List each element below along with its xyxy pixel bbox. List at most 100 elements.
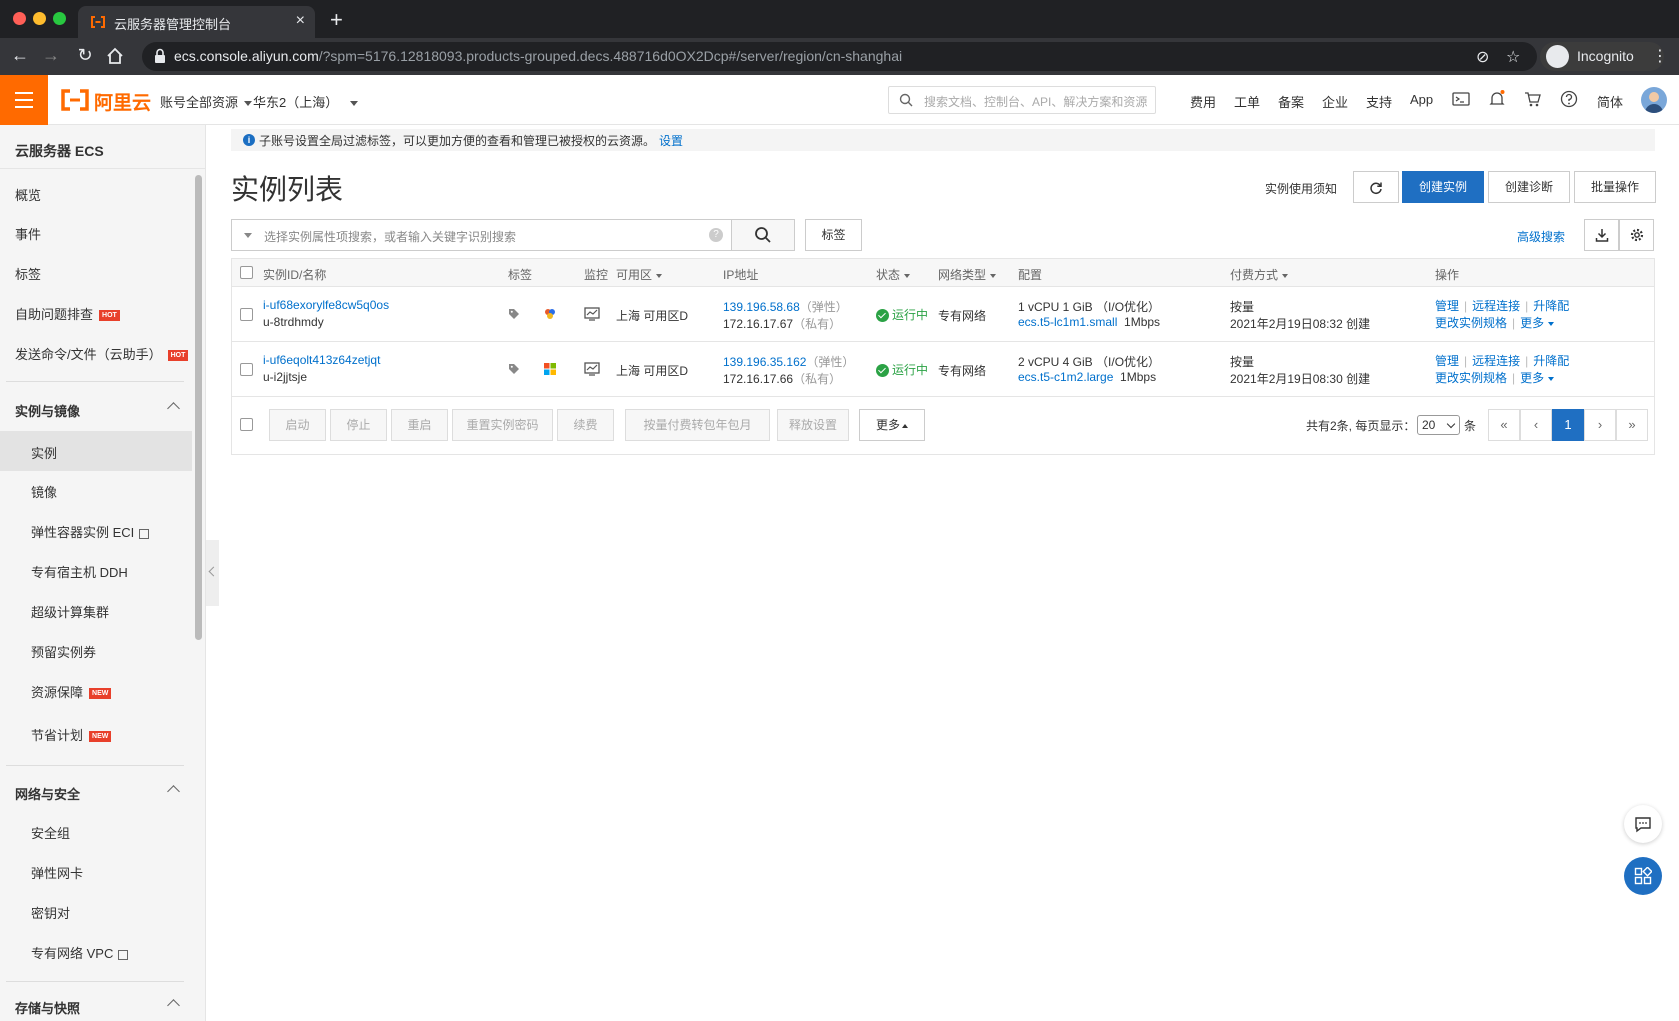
window-close-button[interactable] — [13, 12, 26, 25]
last-page-button[interactable]: » — [1616, 409, 1648, 441]
sidebar-group-storage-snapshots[interactable]: 存储与快照 — [0, 986, 192, 1021]
sidebar-item-savings-plan[interactable]: 节省计划 NEW — [0, 714, 192, 752]
top-link-enterprise[interactable]: 企业 — [1322, 92, 1348, 111]
global-search-input[interactable]: 搜索文档、控制台、API、解决方案和资源 — [888, 86, 1156, 114]
chat-button[interactable] — [1624, 805, 1662, 843]
instance-usage-link[interactable]: 实例使用须知 — [1265, 180, 1337, 197]
apps-button[interactable] — [1624, 857, 1662, 895]
eye-off-icon[interactable]: ⊘ — [1476, 47, 1489, 67]
col-header-billing[interactable]: 付费方式 — [1230, 266, 1289, 283]
sidebar-item-scc[interactable]: 超级计算集群 — [0, 591, 192, 629]
manage-link[interactable]: 管理 — [1435, 354, 1459, 368]
sidebar-item-reserved-instances[interactable]: 预留实例券 — [0, 631, 192, 669]
sidebar-group-instances-images[interactable]: 实例与镜像 — [0, 389, 192, 429]
chevron-down-icon[interactable] — [244, 233, 252, 238]
terminal-icon[interactable] — [1451, 89, 1471, 109]
sidebar-item-capacity-reservation[interactable]: 资源保障 NEW — [0, 671, 192, 709]
tab-close-icon[interactable]: × — [296, 12, 305, 30]
refresh-button[interactable] — [1353, 171, 1399, 203]
tag-filter-button[interactable]: 标签 — [805, 219, 862, 251]
search-button[interactable] — [731, 219, 795, 251]
change-spec-link[interactable]: 更改实例规格 — [1435, 316, 1507, 330]
instance-id-link[interactable]: i-uf6eqolt413z64zetjqt — [263, 353, 380, 367]
instance-search-input[interactable]: 选择实例属性项搜索，或者输入关键字识别搜索 ? — [231, 219, 732, 251]
forward-icon[interactable]: → — [40, 45, 62, 66]
create-instance-button[interactable]: 创建实例 — [1402, 171, 1484, 203]
public-ip-link[interactable]: 139.196.58.68 — [723, 300, 800, 314]
tag-icon[interactable] — [508, 308, 520, 320]
instance-spec-link[interactable]: ecs.t5-lc1m1.small — [1018, 315, 1117, 329]
create-diagnosis-button[interactable]: 创建诊断 — [1488, 171, 1570, 203]
stop-button[interactable]: 停止 — [330, 409, 387, 441]
remote-connect-link[interactable]: 远程连接 — [1472, 299, 1520, 313]
resource-scope-dropdown[interactable]: 账号全部资源 — [160, 92, 253, 111]
tag-icon[interactable] — [508, 363, 520, 375]
sidebar-item-self-diagnosis[interactable]: 自助问题排查 HOT — [0, 293, 192, 331]
browser-tab[interactable]: 云服务器管理控制台 × — [78, 6, 315, 38]
first-page-button[interactable]: « — [1488, 409, 1520, 441]
change-spec-link[interactable]: 更改实例规格 — [1435, 371, 1507, 385]
notice-settings-link[interactable]: 设置 — [659, 134, 683, 148]
row-checkbox[interactable] — [240, 308, 253, 321]
top-link-fees[interactable]: 费用 — [1190, 92, 1216, 111]
sidebar-item-eci[interactable]: 弹性容器实例 ECI — [0, 511, 192, 549]
top-link-icp[interactable]: 备案 — [1278, 92, 1304, 111]
cart-icon[interactable] — [1523, 89, 1543, 109]
sidebar-group-network-security[interactable]: 网络与安全 — [0, 772, 192, 812]
remote-connect-link[interactable]: 远程连接 — [1472, 354, 1520, 368]
reset-password-button[interactable]: 重置实例密码 — [452, 409, 553, 441]
renew-button[interactable]: 续费 — [557, 409, 614, 441]
release-settings-button[interactable]: 释放设置 — [777, 409, 849, 441]
next-page-button[interactable]: › — [1584, 409, 1616, 441]
select-all-checkbox[interactable] — [240, 266, 253, 279]
sidebar-item-vpc[interactable]: 专有网络 VPC — [0, 932, 192, 970]
upgrade-downgrade-link[interactable]: 升降配 — [1533, 354, 1569, 368]
aliyun-logo[interactable]: 阿里云 — [60, 88, 151, 114]
sidebar-item-instances[interactable]: 实例 — [0, 431, 192, 471]
menu-icon[interactable] — [0, 75, 48, 125]
convert-to-subscription-button[interactable]: 按量付费转包年包月 — [625, 409, 770, 441]
help-icon[interactable]: ? — [709, 228, 723, 242]
instance-spec-link[interactable]: ecs.t5-c1m2.large — [1018, 370, 1113, 384]
star-icon[interactable]: ☆ — [1506, 47, 1520, 67]
address-bar[interactable]: ecs.console.aliyun.com/?spm=5176.1281809… — [142, 42, 1537, 71]
home-icon[interactable] — [106, 47, 124, 65]
sidebar-item-cloud-assistant[interactable]: 发送命令/文件（云助手） HOT — [0, 333, 192, 371]
advanced-search-link[interactable]: 高级搜索 — [1517, 228, 1565, 245]
prev-page-button[interactable]: ‹ — [1520, 409, 1552, 441]
table-settings-button[interactable] — [1619, 219, 1654, 251]
sidebar-item-images[interactable]: 镜像 — [0, 471, 192, 509]
monitor-icon[interactable] — [584, 307, 600, 321]
sidebar-item-events[interactable]: 事件 — [0, 213, 192, 251]
more-actions-dropdown[interactable]: 更多 — [1520, 371, 1555, 385]
sidebar-item-tags[interactable]: 标签 — [0, 253, 192, 291]
window-zoom-button[interactable] — [53, 12, 66, 25]
reload-icon[interactable]: ↻ — [74, 45, 96, 66]
page-1-button[interactable]: 1 — [1552, 409, 1584, 441]
export-button[interactable] — [1584, 219, 1619, 251]
sidebar-collapse-handle[interactable] — [206, 540, 219, 606]
row-checkbox[interactable] — [240, 363, 253, 376]
sidebar-item-eni[interactable]: 弹性网卡 — [0, 852, 192, 890]
browser-menu-icon[interactable]: ⋮ — [1652, 46, 1668, 66]
manage-link[interactable]: 管理 — [1435, 299, 1459, 313]
monitor-icon[interactable] — [584, 362, 600, 376]
more-actions-dropdown[interactable]: 更多 — [1520, 316, 1555, 330]
col-header-network[interactable]: 网络类型 — [938, 266, 997, 283]
page-size-select[interactable]: 20 — [1417, 415, 1460, 435]
sidebar-item-key-pairs[interactable]: 密钥对 — [0, 892, 192, 930]
instance-id-link[interactable]: i-uf68exorylfe8cw5q0os — [263, 298, 389, 312]
top-link-support[interactable]: 支持 — [1366, 92, 1392, 111]
restart-button[interactable]: 重启 — [391, 409, 448, 441]
bell-icon[interactable] — [1487, 89, 1507, 109]
region-dropdown[interactable]: 华东2（上海） — [253, 92, 359, 111]
avatar[interactable] — [1641, 87, 1667, 113]
top-link-app[interactable]: App — [1410, 92, 1433, 107]
col-header-zone[interactable]: 可用区 — [616, 266, 663, 283]
language-switch[interactable]: 简体 — [1597, 92, 1623, 111]
sidebar-scrollbar[interactable] — [195, 175, 202, 640]
batch-operation-button[interactable]: 批量操作 — [1574, 171, 1656, 203]
footer-select-all-checkbox[interactable] — [240, 418, 253, 431]
new-tab-icon[interactable]: + — [330, 7, 343, 33]
sidebar-item-ddh[interactable]: 专有宿主机 DDH — [0, 551, 192, 589]
